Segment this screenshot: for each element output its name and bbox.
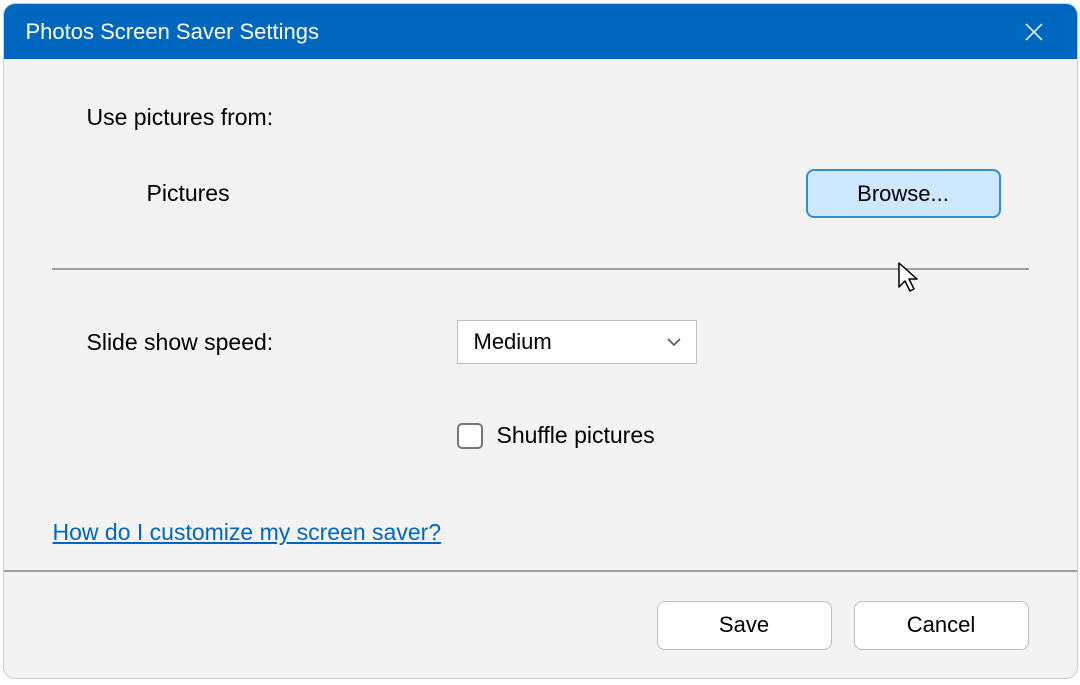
window-title: Photos Screen Saver Settings — [26, 19, 320, 45]
chevron-down-icon — [666, 337, 682, 347]
speed-dropdown[interactable]: Medium — [457, 320, 697, 364]
titlebar: Photos Screen Saver Settings — [4, 4, 1077, 59]
shuffle-row: Shuffle pictures — [457, 422, 1029, 449]
help-link[interactable]: How do I customize my screen saver? — [53, 519, 442, 546]
dialog-window: Photos Screen Saver Settings Use picture… — [3, 3, 1078, 679]
pictures-folder-value: Pictures — [147, 180, 230, 207]
close-button[interactable] — [1012, 9, 1057, 54]
cancel-button-label: Cancel — [907, 612, 975, 638]
close-icon — [1025, 23, 1043, 41]
dialog-footer: Save Cancel — [4, 570, 1077, 678]
save-button-label: Save — [719, 612, 769, 638]
use-pictures-from-label: Use pictures from: — [87, 104, 1029, 131]
speed-dropdown-value: Medium — [474, 329, 552, 355]
browse-button[interactable]: Browse... — [806, 169, 1001, 218]
browse-button-label: Browse... — [857, 181, 949, 207]
cancel-button[interactable]: Cancel — [854, 601, 1029, 650]
cursor-icon — [897, 261, 923, 298]
speed-row: Slide show speed: Medium — [87, 320, 1029, 364]
shuffle-label: Shuffle pictures — [497, 422, 655, 449]
pictures-row: Pictures Browse... — [147, 169, 1001, 218]
divider — [52, 268, 1029, 270]
shuffle-checkbox[interactable] — [457, 423, 483, 449]
save-button[interactable]: Save — [657, 601, 832, 650]
dialog-content: Use pictures from: Pictures Browse... Sl… — [4, 59, 1077, 570]
slide-show-speed-label: Slide show speed: — [87, 329, 457, 356]
